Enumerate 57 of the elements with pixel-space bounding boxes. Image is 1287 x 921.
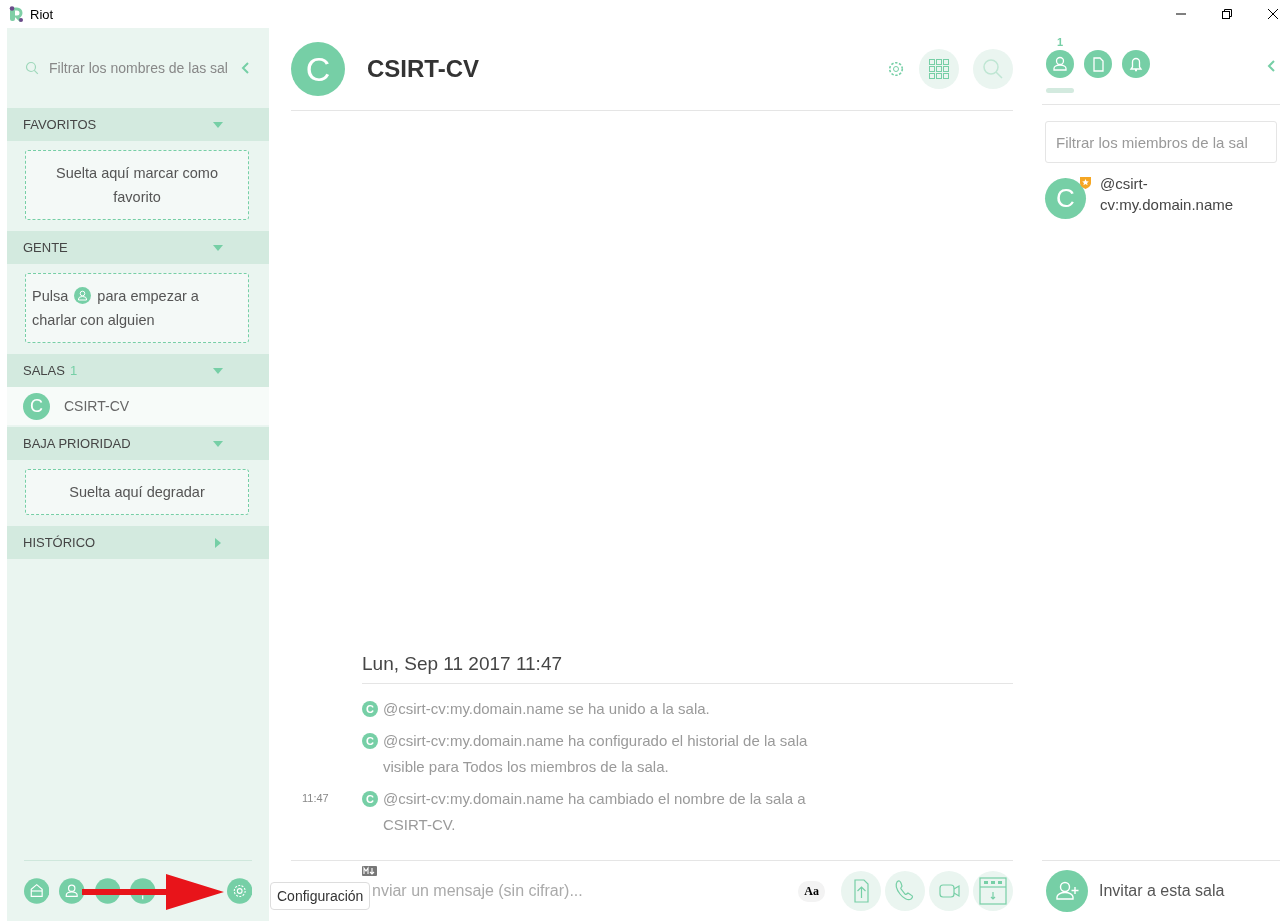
hint-text: Pulsa para empezar a charlar con alguien: [32, 288, 199, 328]
room-avatar: C: [291, 42, 345, 96]
section-title: FAVORITOS: [23, 117, 97, 132]
section-header[interactable]: GENTE: [7, 231, 269, 264]
settings-button[interactable]: [226, 877, 252, 905]
collapse-chevron-icon[interactable]: [1267, 59, 1277, 73]
event-text: @csirt-cv:my.domain.name ha configurado el historial de la sala visible para Todos los miembros de la sala.: [383, 731, 809, 777]
room-avatar: C: [23, 392, 50, 420]
format-button[interactable]: Aa: [798, 880, 825, 902]
member-filter-field[interactable]: Filtrar los miembros de la sal: [1045, 121, 1277, 163]
event-avatar: C: [362, 791, 378, 807]
start-chat-button[interactable]: [59, 877, 85, 905]
room-title: CSIRT-CV: [367, 55, 479, 83]
event-avatar: C: [362, 733, 378, 749]
section-header[interactable]: FAVORITOS: [7, 108, 269, 141]
event-avatar: C: [362, 701, 378, 717]
event-text: @csirt-cv:my.domain.name se ha unido a la sala.: [383, 699, 711, 719]
widget-button[interactable]: [973, 871, 1013, 911]
room-name: CSIRT-CV: [64, 398, 130, 414]
room-list-item[interactable]: C CSIRT-CV: [7, 387, 269, 425]
app-logo-icon: [9, 6, 23, 22]
section-title: HISTÓRICO: [23, 535, 96, 550]
home-button[interactable]: [24, 877, 50, 905]
drop-zone-text: Suelta aquí marcar como favorito: [56, 165, 218, 205]
close-icon[interactable]: [1267, 8, 1279, 20]
section-count: 1: [69, 363, 78, 378]
markdown-icon[interactable]: [362, 866, 377, 876]
collapse-chevron-icon[interactable]: [241, 61, 251, 75]
section-header[interactable]: SALAS 1: [7, 354, 269, 387]
drop-zone-text: Suelta aquí degradar: [69, 484, 205, 500]
room-filter-field[interactable]: Filtrar los nombres de las sal: [49, 60, 231, 76]
settings-icon[interactable]: [887, 60, 905, 78]
upload-file-button[interactable]: [841, 871, 881, 911]
section-title: GENTE: [23, 240, 68, 255]
event-text: @csirt-cv:my.domain.name ha cambiado el nombre de la sala a CSIRT-CV.: [383, 789, 807, 835]
section-header[interactable]: HISTÓRICO: [7, 526, 269, 559]
notifications-tab[interactable]: [1122, 50, 1150, 78]
apps-grid-button[interactable]: [919, 49, 959, 89]
voice-call-button[interactable]: [885, 871, 925, 911]
search-button[interactable]: [973, 49, 1013, 89]
member-count: 1: [1056, 36, 1064, 48]
invite-user-icon[interactable]: [1046, 870, 1088, 912]
member-name[interactable]: @csirt-cv:my.domain.name: [1100, 173, 1260, 219]
section-title: SALAS: [23, 363, 65, 378]
member-avatar: C: [1045, 178, 1086, 219]
search-icon: [25, 61, 39, 75]
date-separator: Lun, Sep 11 2017 11:47: [362, 653, 1013, 684]
restore-icon[interactable]: [1221, 8, 1233, 20]
section-header[interactable]: BAJA PRIORIDAD: [7, 427, 269, 460]
invite-link[interactable]: Invitar a esta sala: [1099, 882, 1225, 900]
window-title: Riot: [30, 6, 54, 22]
event-time: 11:47: [302, 792, 329, 804]
files-tab[interactable]: [1084, 50, 1112, 78]
person-icon: [74, 287, 92, 304]
members-tab[interactable]: [1046, 50, 1074, 78]
video-call-button[interactable]: [929, 871, 969, 911]
section-title: BAJA PRIORIDAD: [23, 436, 131, 451]
